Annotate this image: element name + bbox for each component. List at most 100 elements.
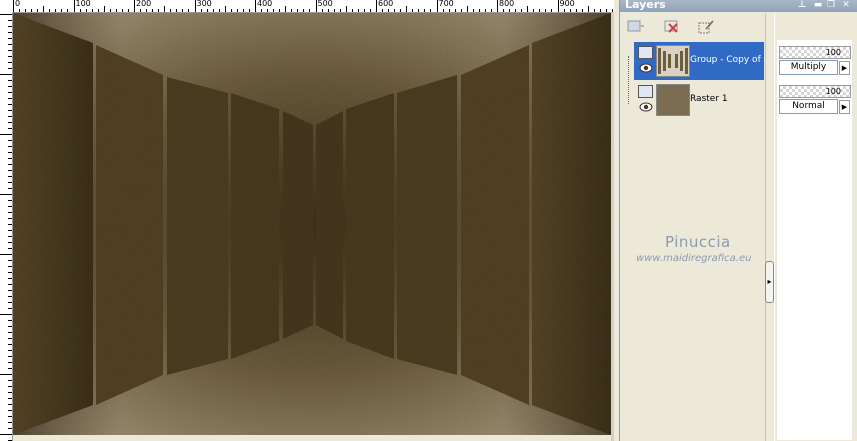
ruler-tick	[8, 212, 12, 213]
layer-thumbnail	[656, 84, 690, 116]
ruler-tick	[8, 392, 12, 393]
ruler-tick	[406, 6, 408, 12]
ruler-tick	[8, 98, 12, 99]
ruler-tick	[521, 9, 523, 12]
canvas-area[interactable]: 0 100 200 300 400 500 600 700 800 900	[0, 0, 614, 441]
layers-palette: Layers ⊥ ▬ ❐ ✕ Group - Copy of Raster 1 …	[619, 0, 857, 441]
blend-dropdown-icon[interactable]: ▶	[839, 100, 850, 114]
opacity-value: 100	[825, 48, 841, 57]
ruler-label: 100	[75, 0, 91, 8]
ruler-label: 700	[438, 0, 454, 8]
visibility-eye-icon[interactable]	[639, 102, 653, 112]
layer-row-raster-1[interactable]: Raster 1	[634, 81, 764, 119]
ruler-tick	[103, 6, 105, 12]
layer-name[interactable]: Group - Copy of	[690, 55, 761, 65]
ruler-tick	[545, 9, 547, 12]
ruler-tick	[382, 9, 384, 12]
ruler-label: 800	[499, 0, 515, 8]
ruler-tick	[79, 9, 81, 12]
ruler-tick	[8, 146, 12, 147]
ruler-tick	[19, 9, 21, 12]
blend-mode-select[interactable]: Multiply	[779, 60, 838, 75]
ruler-tick	[430, 9, 432, 12]
ruler-label: 600	[378, 0, 394, 8]
ruler-tick	[8, 422, 12, 423]
ruler-tick	[8, 56, 12, 57]
ruler-tick	[25, 9, 27, 12]
ruler-tick	[569, 9, 571, 12]
ruler-tick	[484, 9, 486, 12]
opacity-slider[interactable]: 100	[779, 85, 851, 98]
ruler-label: 400	[257, 0, 273, 8]
new-layer-icon[interactable]	[625, 17, 645, 37]
ruler-tick	[8, 152, 12, 153]
ruler-tick	[49, 9, 51, 12]
ruler-tick	[248, 9, 250, 12]
opacity-slider[interactable]: 100	[779, 46, 851, 59]
splitter-arrow-icon[interactable]: ▸	[765, 261, 774, 303]
ruler-tick	[8, 218, 12, 219]
ruler-label: 0	[15, 0, 21, 8]
palette-title: Layers	[625, 0, 666, 11]
ruler-tick	[575, 9, 577, 12]
ruler-tick	[8, 356, 12, 357]
layer-group-icon	[638, 46, 653, 59]
wall-panel	[461, 45, 529, 405]
ruler-label: 500	[317, 0, 333, 8]
ruler-tick	[43, 6, 45, 12]
restore-icon[interactable]: ❐	[825, 0, 837, 11]
wall-panel	[316, 111, 343, 339]
ruler-tick	[581, 9, 583, 12]
ruler-tick	[61, 9, 63, 12]
ruler-tick	[8, 50, 12, 51]
ruler-tick	[509, 9, 511, 12]
ruler-tick	[8, 38, 12, 39]
ruler-tick	[115, 9, 117, 12]
ruler-tick	[0, 434, 12, 435]
ruler-tick	[8, 236, 12, 237]
ruler-tick	[121, 9, 123, 12]
pin-icon[interactable]: ⊥	[796, 0, 808, 11]
visibility-eye-icon[interactable]	[639, 63, 653, 73]
layer-tree-line	[628, 56, 631, 104]
ruler-tick	[599, 9, 601, 12]
ruler-tick	[8, 104, 12, 105]
blend-mode-select[interactable]: Normal	[779, 99, 838, 114]
canvas-scrollbar[interactable]	[611, 12, 614, 441]
palette-title-bar[interactable]: Layers ⊥ ▬ ❐ ✕	[620, 0, 857, 12]
ruler-tick	[0, 134, 12, 135]
ruler-tick	[357, 9, 359, 12]
ruler-tick	[8, 68, 12, 69]
image-canvas[interactable]	[13, 13, 611, 435]
ruler-tick	[490, 9, 492, 12]
ruler-tick	[8, 176, 12, 177]
ruler-tick	[236, 9, 238, 12]
delete-layer-icon[interactable]	[662, 17, 682, 37]
ruler-tick	[8, 398, 12, 399]
ruler-tick	[8, 188, 12, 189]
ruler-tick	[8, 302, 12, 303]
close-icon[interactable]: ✕	[840, 0, 852, 11]
ruler-tick	[8, 266, 12, 267]
ruler-tick	[321, 9, 323, 12]
blend-dropdown-icon[interactable]: ▶	[839, 61, 850, 75]
ruler-tick	[8, 128, 12, 129]
ruler-tick	[8, 410, 12, 411]
wall-panel	[397, 75, 457, 375]
ruler-label: 300	[196, 0, 212, 8]
layer-row-group-copy[interactable]: Group - Copy of	[634, 42, 764, 80]
ruler-tick	[400, 9, 402, 12]
edit-selection-icon[interactable]	[696, 17, 716, 37]
minimize-icon[interactable]: ▬	[812, 0, 824, 11]
ruler-tick	[8, 116, 12, 117]
layer-name[interactable]: Raster 1	[690, 94, 728, 104]
ruler-tick	[418, 9, 420, 12]
ruler-tick	[273, 9, 275, 12]
ruler-tick	[8, 170, 12, 171]
ruler-tick	[37, 9, 39, 12]
ruler-tick	[8, 92, 12, 93]
ruler-tick	[8, 20, 12, 21]
palette-splitter[interactable]: ▸	[765, 13, 775, 441]
layer-props-row: 100 Normal ▶	[777, 81, 852, 119]
ruler-tick	[339, 9, 341, 12]
